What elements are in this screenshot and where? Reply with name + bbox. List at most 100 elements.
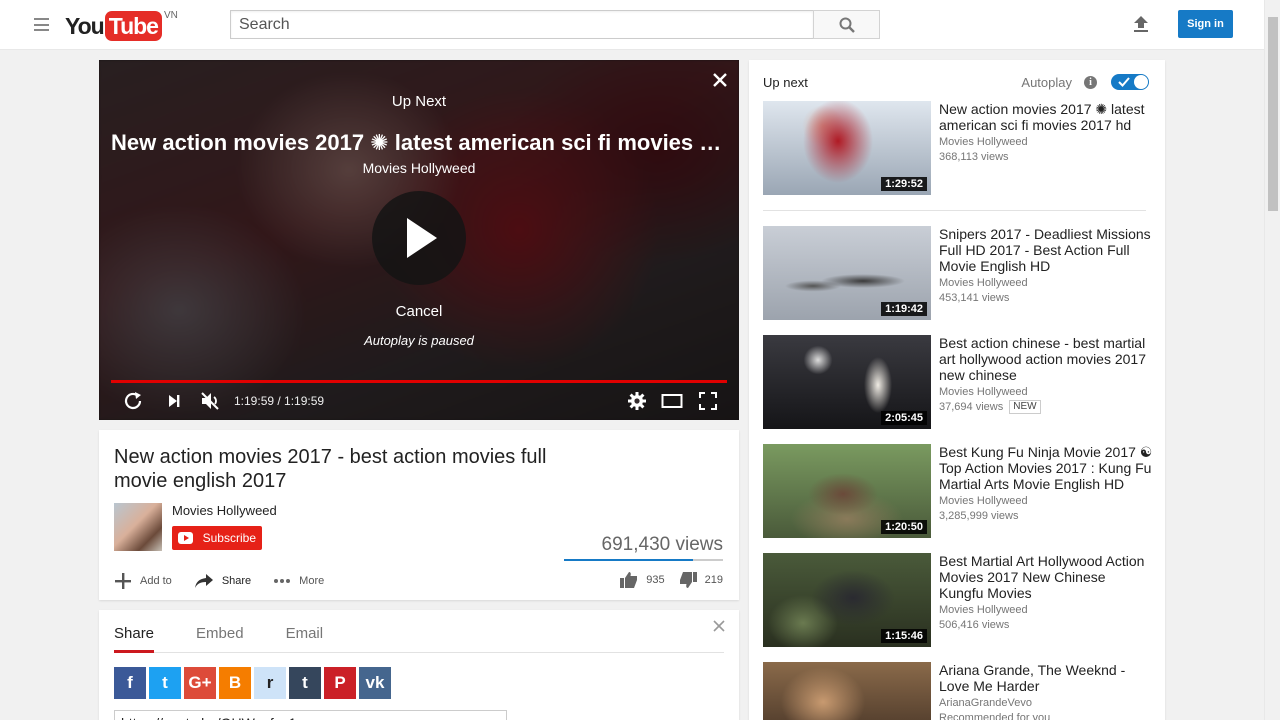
gear-icon xyxy=(628,392,646,410)
info-icon[interactable]: i xyxy=(1084,75,1097,89)
video-title[interactable]: Best Martial Art Hollywood Action Movies… xyxy=(939,553,1153,601)
video-duration: 1:20:50 xyxy=(881,520,927,534)
next-button[interactable] xyxy=(162,390,186,412)
recommended-video[interactable]: 1:20:50 Best Kung Fu Ninja Movie 2017 ☯ … xyxy=(763,444,1153,538)
video-channel: Movies Hollyweed xyxy=(939,386,1028,398)
video-title[interactable]: Best action chinese - best martial art h… xyxy=(939,335,1153,383)
video-views: 3,285,999 views xyxy=(939,510,1019,522)
recommended-video[interactable]: 1:15:46 Best Martial Art Hollywood Actio… xyxy=(763,553,1153,647)
search-icon xyxy=(839,17,855,33)
view-count-text: 37,694 views xyxy=(939,401,1004,413)
video-title[interactable]: Best Kung Fu Ninja Movie 2017 ☯ Top Acti… xyxy=(939,444,1153,492)
next-video-title[interactable]: New action movies 2017 ✺ latest american… xyxy=(111,130,727,156)
video-thumbnail[interactable] xyxy=(763,662,931,720)
active-tab-indicator xyxy=(114,650,154,653)
video-duration: 1:15:46 xyxy=(881,629,927,643)
video-thumbnail[interactable]: 2:05:45 xyxy=(763,335,931,429)
channel-avatar[interactable] xyxy=(114,503,162,551)
menu-icon[interactable] xyxy=(34,18,49,31)
fullscreen-icon xyxy=(699,392,717,410)
play-next-button[interactable] xyxy=(372,191,466,285)
blogger-icon[interactable]: B xyxy=(219,667,251,699)
theater-mode-button[interactable] xyxy=(660,390,684,412)
recommended-video[interactable]: Ariana Grande, The Weeknd - Love Me Hard… xyxy=(763,662,1153,720)
sign-in-button[interactable]: Sign in xyxy=(1178,10,1233,38)
up-next-separator xyxy=(763,210,1146,211)
facebook-icon[interactable]: f xyxy=(114,667,146,699)
video-title[interactable]: Snipers 2017 - Deadliest Missions Full H… xyxy=(939,226,1153,274)
more-dots-icon xyxy=(274,579,291,583)
google-plus-icon[interactable]: G+ xyxy=(184,667,216,699)
logo-you-text: You xyxy=(65,13,105,39)
recommendation-reason: Recommended for you xyxy=(939,712,1051,720)
recommended-video[interactable]: 1:19:42 Snipers 2017 - Deadliest Mission… xyxy=(763,226,1153,320)
youtube-play-icon xyxy=(178,532,193,544)
video-thumbnail[interactable]: 1:29:52 xyxy=(763,101,931,195)
recommended-video[interactable]: 1:29:52 New action movies 2017 ✺ latest … xyxy=(763,101,1153,195)
like-ratio-fill xyxy=(564,559,693,561)
search-input[interactable] xyxy=(230,10,814,39)
video-thumbnail[interactable]: 1:15:46 xyxy=(763,553,931,647)
like-button[interactable]: 935 xyxy=(620,572,665,588)
cancel-autoplay-button[interactable]: Cancel xyxy=(99,303,739,320)
video-player[interactable]: Up Next New action movies 2017 ✺ latest … xyxy=(99,60,739,420)
mute-button[interactable] xyxy=(198,390,222,412)
video-title: New action movies 2017 - best action mov… xyxy=(114,446,547,492)
close-icon[interactable] xyxy=(710,70,730,90)
view-count-text: 368,113 views xyxy=(939,151,1009,163)
thumbs-down-icon xyxy=(679,572,697,588)
subscribe-label: Subscribe xyxy=(202,531,256,545)
reddit-icon[interactable]: r xyxy=(254,667,286,699)
more-button[interactable]: More xyxy=(273,575,324,587)
settings-button[interactable] xyxy=(625,390,649,412)
page-scrollbar[interactable] xyxy=(1264,0,1280,720)
tab-embed[interactable]: Embed xyxy=(196,625,244,642)
tumblr-icon[interactable]: t xyxy=(289,667,321,699)
video-duration: 1:29:52 xyxy=(881,177,927,191)
like-dislike-row: 935 219 xyxy=(606,572,723,588)
theater-mode-icon xyxy=(661,394,683,408)
scrollbar-thumb[interactable] xyxy=(1268,17,1278,211)
share-button[interactable]: Share xyxy=(194,573,251,589)
tab-email[interactable]: Email xyxy=(286,625,324,642)
vk-icon[interactable]: vk xyxy=(359,667,391,699)
video-title[interactable]: Ariana Grande, The Weeknd - Love Me Hard… xyxy=(939,662,1153,694)
upload-icon[interactable] xyxy=(1131,14,1151,34)
channel-name[interactable]: Movies Hollyweed xyxy=(172,503,277,518)
checkmark-icon xyxy=(1118,77,1130,87)
video-views: 37,694 views NEW xyxy=(939,400,1041,414)
recommended-video[interactable]: 2:05:45 Best action chinese - best marti… xyxy=(763,335,1153,429)
add-to-button[interactable]: Add to xyxy=(114,572,172,590)
dislike-button[interactable]: 219 xyxy=(679,572,723,588)
search-button[interactable] xyxy=(813,10,880,39)
video-duration: 2:05:45 xyxy=(881,411,927,425)
subscribe-button[interactable]: Subscribe xyxy=(172,526,262,550)
autoplay-toggle[interactable] xyxy=(1111,74,1149,90)
play-icon xyxy=(407,218,437,258)
fullscreen-button[interactable] xyxy=(696,390,720,412)
twitter-icon[interactable]: t xyxy=(149,667,181,699)
share-url-field[interactable] xyxy=(114,710,507,720)
sidebar-up-next-label: Up next xyxy=(763,75,808,90)
video-views: 506,416 views xyxy=(939,619,1009,631)
masthead: You Tube VN Sign in xyxy=(0,0,1264,50)
pinterest-icon[interactable]: P xyxy=(324,667,356,699)
tab-share[interactable]: Share xyxy=(114,625,154,642)
video-thumbnail[interactable]: 1:19:42 xyxy=(763,226,931,320)
skip-next-icon xyxy=(169,395,180,407)
video-title[interactable]: New action movies 2017 ✺ latest american… xyxy=(939,101,1153,133)
view-count-text: 3,285,999 views xyxy=(939,510,1019,522)
watch-sidebar: Up next Autoplay i 1:29:52 New action mo… xyxy=(749,60,1165,720)
replay-button[interactable] xyxy=(121,390,145,412)
youtube-logo[interactable]: You Tube VN xyxy=(65,10,178,41)
view-count: 691,430 views xyxy=(601,534,723,555)
add-to-label: Add to xyxy=(140,575,172,587)
close-share-icon[interactable] xyxy=(713,620,725,632)
share-label: Share xyxy=(221,575,252,587)
social-share-buttons: f t G+ Br t Pvk xyxy=(114,667,394,699)
progress-bar[interactable] xyxy=(111,380,727,383)
video-channel: ArianaGrandeVevo xyxy=(939,697,1032,709)
video-views: 453,141 views xyxy=(939,292,1009,304)
view-count-text: 506,416 views xyxy=(939,619,1010,631)
video-thumbnail[interactable]: 1:20:50 xyxy=(763,444,931,538)
